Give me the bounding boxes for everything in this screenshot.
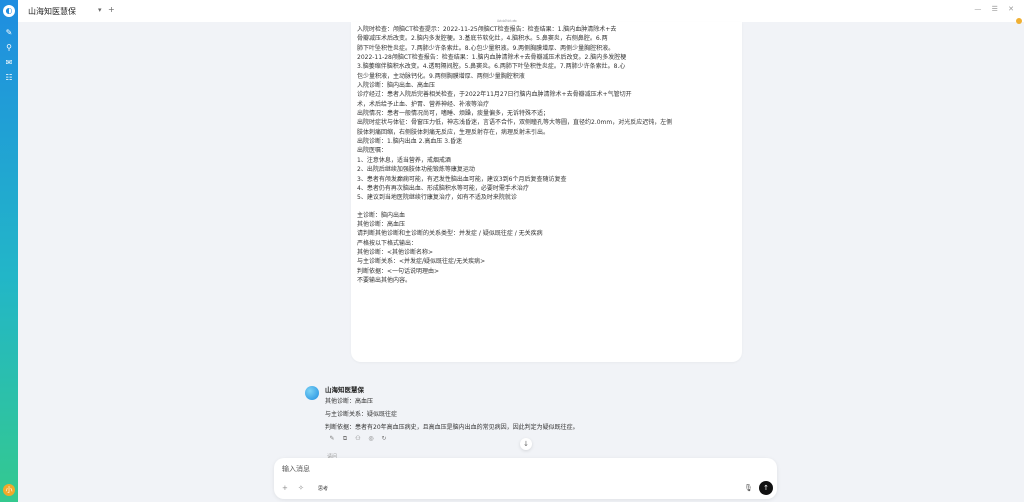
share-icon[interactable]: ⚇ — [354, 435, 362, 443]
message-line: 严格按以下格式输出： — [357, 239, 418, 247]
message-line: 请判断其他诊断和主诊断的关系类型：并发症 / 疑似既往症 / 无关疾病 — [357, 230, 543, 238]
message-line: 术，术后给予止血、护胃、营养神经、补液等治疗 — [357, 100, 490, 108]
message-line: 主诊断：脑内出血 — [357, 211, 406, 219]
add-icon[interactable]: + — [108, 5, 115, 14]
status-dot — [1016, 18, 1022, 24]
regenerate-icon[interactable]: ↻ — [380, 435, 388, 443]
reply-basis: 判断依据：患者有20年高血压病史，且高血压是脑内出血的常见病因，因此判定为疑似既… — [325, 424, 579, 431]
message-line: 判断依据：<一句话说明理由> — [357, 267, 440, 275]
message-line: 其他诊断：高血压 — [357, 220, 406, 228]
message-line: 入院诊断：脑内出血、高血压 — [357, 82, 436, 90]
message-line: 骨瓣减压术后改变。2.脑内多发腔梗。3.基底节软化灶，4.脑积水。5.鼻窦炎，右… — [357, 35, 608, 43]
message-line: 肺下叶坠积性炎症。7.两肺少许条索灶。8.心包少量积液。9.两侧胸膜增厚、两侧少… — [357, 44, 615, 52]
user-avatar[interactable]: 小 — [3, 484, 15, 496]
message-line: 肢体刺痛回缩，右侧肢体刺痛无反应，生理反射存在，病理反射未引出。 — [357, 128, 550, 136]
message-line: 其他诊断：<其他诊断名称> — [357, 248, 434, 256]
message-line: 2022-11-28颅脑CT检查报告：检查结果：1.脑内血肿清除术+去骨瓣减压术… — [357, 54, 627, 62]
microphone-icon[interactable]: 🎙 — [744, 484, 753, 492]
window-controls[interactable]: — ☰ ✕ — [974, 5, 1018, 13]
message-line: 出院诊断：1.脑内出血 2.高血压 3.昏迷 — [357, 138, 462, 146]
copy-icon[interactable]: ⧉ — [341, 435, 349, 443]
top-bar: 山海知医慧保 ▾ + — ☰ ✕ — [18, 0, 1024, 22]
assistant-avatar — [305, 386, 319, 400]
attach-icon[interactable]: + — [282, 484, 288, 492]
message-line: 出院医嘱： — [357, 147, 388, 155]
message-line: 5、建议到当地医院继续行康复治疗，如有不适及时来院就诊 — [357, 194, 517, 202]
app-logo-icon[interactable]: ◐ — [3, 5, 15, 17]
message-line: 与主诊断关系：<并发症/疑似既往症/无关疾病> — [357, 258, 486, 266]
message-line: 3、患者有颅发癫痫可能，有迟发性脑出血可能，建议3到6个月后复查随访复查 — [357, 175, 567, 183]
chevron-down-icon[interactable]: ▾ — [98, 6, 102, 14]
message-input-box[interactable]: 输入消息 + ✧ 思考 🎙 ↑ — [274, 458, 777, 499]
message-line: 入院时检查：颅脑CT检查提示：2022-11-25颅脑CT检查报告：检查结果：1… — [357, 26, 617, 33]
send-button[interactable]: ↑ — [759, 481, 773, 495]
think-toggle[interactable]: 思考 — [318, 485, 328, 492]
message-line: 出院时症状与体征：骨窗压力低，神志浅昏迷，言语不合作，双侧瞳孔等大等圆，直径约2… — [357, 119, 673, 127]
reply-actions: ✎ ⧉ ⚇ ◎ ↻ — [328, 435, 388, 443]
new-chat-icon[interactable]: ✎ — [4, 28, 14, 38]
message-line: 4、患者仍有再次脑出血、形成脑积水等可能，必要时需手术治疗 — [357, 184, 529, 192]
edit-icon[interactable]: ✎ — [328, 435, 336, 443]
message-line: 3.脑萎缩伴脑积水改变。4.透明隔间腔。5.鼻窦炎。6.两肺下叶坠积性炎症。7.… — [357, 63, 626, 71]
message-line: 不要输出其他内容。 — [357, 276, 412, 284]
message-line: 2、出院后继续加强肢体功能锻炼等康复运动 — [357, 166, 475, 174]
assistant-name: 山海知医慧保 — [325, 386, 364, 394]
left-rail: ◐ ✎ ⚲ ✉ ☷ 小 — [0, 0, 18, 502]
message-line: 出院情况：患者一般情况尚可，嗜睡、烦躁，痰量偏多，无诉特殊不适； — [357, 110, 550, 118]
message-input[interactable]: 输入消息 — [282, 464, 310, 474]
apps-icon[interactable]: ☷ — [4, 73, 14, 83]
message-line: 诊疗经过：患者入院后完善相关检查，于2022年11月27日行脑内血肿清除术+去骨… — [357, 91, 632, 99]
message-icon[interactable]: ✉ — [4, 58, 14, 68]
reply-other-diagnosis: 其他诊断：高血压 — [325, 398, 374, 405]
search-icon[interactable]: ⚲ — [4, 43, 14, 53]
app-title[interactable]: 山海知医慧保 — [28, 6, 76, 17]
message-line: 包少量积液，主动脉钙化。9.两侧胸膜增厚、两侧少量胸腔积液 — [357, 72, 525, 80]
message-line: 1、注意休息，适当营养，戒烟戒酒 — [357, 156, 451, 164]
scroll-down-button[interactable]: ↓ — [520, 438, 532, 450]
reply-relation: 与主诊断关系：疑似既往症 — [325, 411, 398, 418]
user-message-bubble: 入院时检查：颅脑CT检查提示：2022-11-25颅脑CT检查报告：检查结果：1… — [351, 22, 742, 362]
view-icon[interactable]: ◎ — [367, 435, 375, 443]
spark-icon[interactable]: ✧ — [298, 484, 304, 492]
